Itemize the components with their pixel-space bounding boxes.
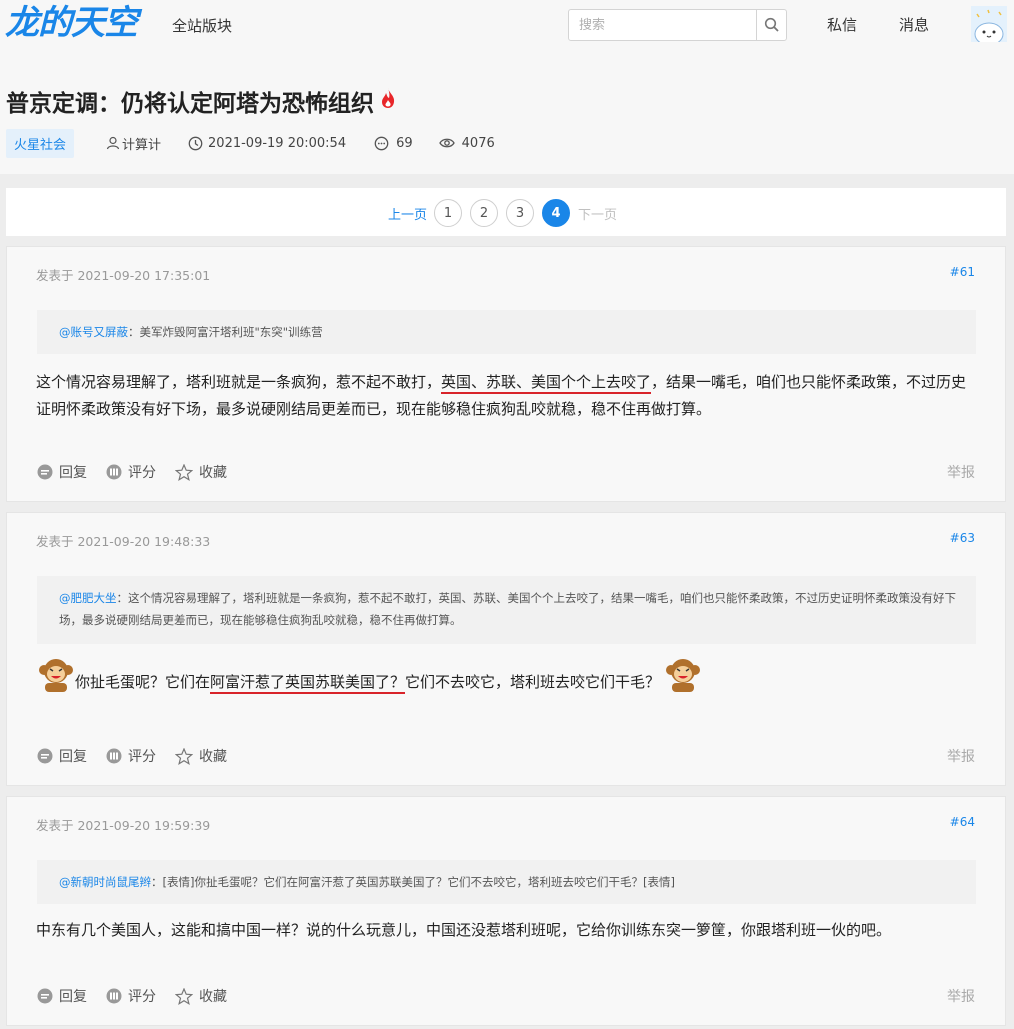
prev-page-link[interactable]: 上一页 [388,204,427,223]
search-box [568,9,787,41]
comment-icon [374,136,389,150]
report-link[interactable]: 举报 [947,462,975,482]
nav-private-messages[interactable]: 私信 [827,14,857,35]
reply-label: 回复 [59,989,87,1005]
favorite-button[interactable]: 收藏 [175,462,227,482]
top-nav: 龙的天空 全站版块 私信 消息 [0,0,1014,64]
star-icon [175,747,193,765]
star-icon [175,463,193,481]
reply-button[interactable]: 回复 [37,462,87,482]
rate-button[interactable]: 评分 [106,986,156,1006]
author-info: 计算计 [106,134,161,153]
reply-label: 回复 [59,465,87,481]
reply-icon [37,748,53,764]
post-floor-number[interactable]: #64 [950,815,975,829]
view-count-value: 4076 [461,135,495,151]
page-3-button[interactable]: 3 [506,199,535,227]
rate-label: 评分 [128,989,156,1005]
post-date: 发表于 2021-09-20 19:48:33 [36,534,211,549]
post-text-1: 这个情况容易理解了，塔利班就是一条疯狗，惹不起不敢打， [36,373,442,391]
report-link[interactable]: 举报 [947,746,975,766]
search-input[interactable] [569,10,756,40]
post-date: 发表于 2021-09-20 17:35:01 [36,268,211,283]
thread-datetime: 2021-09-19 20:00:54 [208,135,347,151]
page-2-button[interactable]: 2 [470,199,499,227]
board-tag[interactable]: 火星社会 [6,128,75,158]
page-4-button-current[interactable]: 4 [542,199,571,227]
post-61: 发表于 2021-09-20 17:35:01 #61 @账号又屏蔽：美军炸毁阿… [6,246,1006,502]
post-actions: 回复 评分 收藏 [37,986,246,1006]
post-content: 你扯毛蛋呢？它们在阿富汗惹了英国苏联美国了？它们不去咬它，塔利班去咬它们干毛？ [37,656,982,709]
post-text-underlined: 英国、苏联、美国个个上去咬了 [441,373,652,394]
quote-block: @肥肥大坐：这个情况容易理解了，塔利班就是一条疯狗，惹不起不敢打，英国、苏联、美… [37,576,976,644]
post-actions: 回复 评分 收藏 [37,462,246,482]
user-avatar[interactable] [971,6,1007,42]
report-link[interactable]: 举报 [947,986,975,1006]
thread-title: 普京定调：仍将认定阿塔为恐怖组织 [6,91,374,117]
post-text-2: 它们不去咬它，塔利班去咬它们干毛？ [405,673,661,691]
favorite-label: 收藏 [199,465,227,481]
favorite-button[interactable]: 收藏 [175,746,227,766]
reply-icon [37,464,53,480]
rate-icon [106,748,122,764]
rate-label: 评分 [128,465,156,481]
eye-icon [438,138,455,148]
quote-user-link[interactable]: @账号又屏蔽 [59,325,128,339]
quote-user-link[interactable]: @肥肥大坐 [59,591,117,605]
pagination: 上一页 1 2 3 4 下一页 [388,199,617,227]
quote-text: ：美军炸毁阿富汗塔利班"东突"训练营 [128,325,323,339]
rate-label: 评分 [128,749,156,765]
monkey-emoji [664,656,702,709]
favorite-button[interactable]: 收藏 [175,986,227,1006]
next-page-link: 下一页 [578,207,618,223]
quote-user-link[interactable]: @新朝时尚鼠尾辫 [59,875,151,889]
author-name[interactable]: 计算计 [122,134,161,153]
post-63: 发表于 2021-09-20 19:48:33 #63 @肥肥大坐：这个情况容易… [6,512,1006,786]
post-text-1: 中东有几个美国人，这能和搞中国一样？说的什么玩意儿，中国还没惹塔利班呢，它给你训… [36,921,892,939]
star-icon [175,987,193,1005]
search-button[interactable] [756,10,786,40]
view-count: 4076 [438,135,495,151]
post-text-1: 你扯毛蛋呢？它们在 [75,673,211,691]
rate-button[interactable]: 评分 [106,462,156,482]
user-icon [106,136,120,150]
nav-all-boards[interactable]: 全站版块 [172,15,232,36]
reply-count-value: 69 [396,135,413,151]
quote-block: @账号又屏蔽：美军炸毁阿富汗塔利班"东突"训练营 [37,310,976,354]
favorite-label: 收藏 [199,989,227,1005]
page-1-button[interactable]: 1 [434,199,463,227]
clock-icon [188,136,203,150]
post-date: 发表于 2021-09-20 19:59:39 [36,818,211,833]
quote-text: ：这个情况容易理解了，塔利班就是一条疯狗，惹不起不敢打，英国、苏联、美国个个上去… [59,591,956,627]
post-text-underlined: 阿富汗惹了英国苏联美国了？ [210,673,406,694]
monkey-emoji [37,656,75,709]
nav-notifications[interactable]: 消息 [899,14,929,35]
post-time: 2021-09-19 20:00:54 [188,136,346,151]
thread-meta: 火星社会 计算计 2021-09-19 20:00:54 69 4076 [6,128,495,158]
post-actions: 回复 评分 收藏 [37,746,246,766]
favorite-label: 收藏 [199,749,227,765]
rate-icon [106,464,122,480]
post-64: 发表于 2021-09-20 19:59:39 #64 @新朝时尚鼠尾辫：[表情… [6,796,1006,1026]
post-content: 这个情况容易理解了，塔利班就是一条疯狗，惹不起不敢打，英国、苏联、美国个个上去咬… [36,369,981,423]
quote-block: @新朝时尚鼠尾辫：[表情]你扯毛蛋呢？它们在阿富汗惹了英国苏联美国了？它们不去咬… [37,860,976,904]
page-title: 普京定调：仍将认定阿塔为恐怖组织 [6,84,396,118]
rate-button[interactable]: 评分 [106,746,156,766]
thread-header: 普京定调：仍将认定阿塔为恐怖组织 火星社会 计算计 2021-09-19 20:… [0,64,1014,174]
post-content: 中东有几个美国人，这能和搞中国一样？说的什么玩意儿，中国还没惹塔利班呢，它给你训… [36,917,981,944]
search-icon [764,17,779,32]
reply-icon [37,988,53,1004]
post-floor-number[interactable]: #61 [950,265,975,279]
pagination-bar: 上一页 1 2 3 4 下一页 [6,188,1006,236]
reply-button[interactable]: 回复 [37,746,87,766]
post-floor-number[interactable]: #63 [950,531,975,545]
hot-fire-icon [380,87,396,115]
reply-button[interactable]: 回复 [37,986,87,1006]
rate-icon [106,988,122,1004]
reply-count: 69 [374,136,413,151]
site-logo[interactable]: 龙的天空 [5,3,138,43]
quote-text: ：[表情]你扯毛蛋呢？它们在阿富汗惹了英国苏联美国了？它们不去咬它，塔利班去咬它… [151,875,675,889]
reply-label: 回复 [59,749,87,765]
